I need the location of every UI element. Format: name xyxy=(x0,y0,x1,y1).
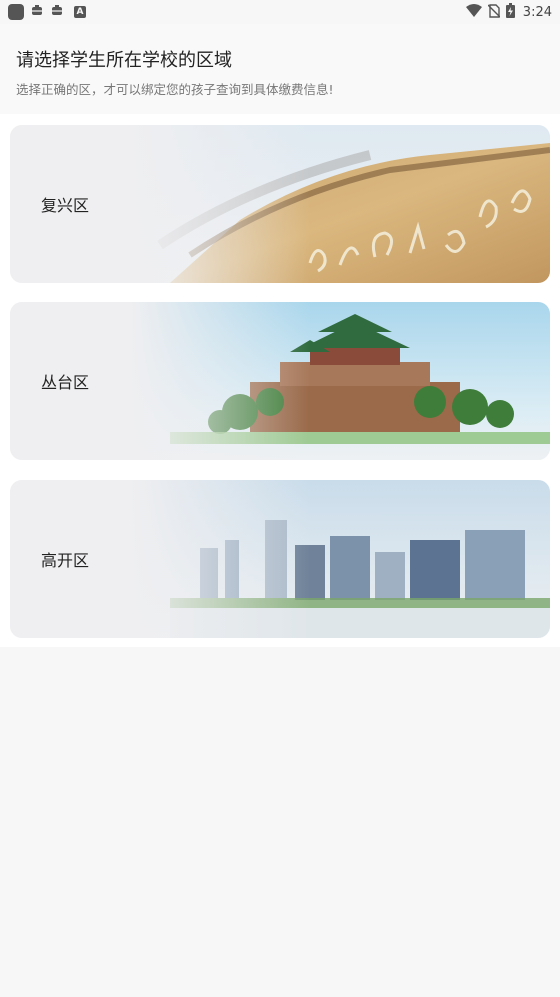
page-header: 请选择学生所在学校的区域 选择正确的区，才可以绑定您的孩子查询到具体缴费信息! xyxy=(0,24,560,114)
status-bar-left: A xyxy=(8,4,86,21)
empty-area xyxy=(0,647,560,997)
bug-icon xyxy=(30,4,44,21)
battery-charging-icon xyxy=(505,2,515,22)
a-badge-icon: A xyxy=(74,6,86,18)
region-label: 丛台区 xyxy=(41,373,90,392)
status-bar: A 3:24 xyxy=(0,0,560,24)
no-sim-icon xyxy=(487,3,501,22)
region-card-fuxing[interactable]: 复兴区 xyxy=(10,125,550,283)
status-time: 3:24 xyxy=(522,4,552,20)
region-card-gaokai[interactable]: 高开区 xyxy=(10,480,550,638)
region-label: 复兴区 xyxy=(41,196,90,215)
region-list: 复兴区 丛台区 高开区 xyxy=(0,114,560,647)
app-square-icon xyxy=(8,4,24,20)
region-card-congtai[interactable]: 丛台区 xyxy=(10,302,550,460)
wifi-icon xyxy=(465,3,482,22)
page-title: 请选择学生所在学校的区域 xyxy=(16,50,232,71)
page-subtitle: 选择正确的区，才可以绑定您的孩子查询到具体缴费信息! xyxy=(16,82,334,97)
region-label: 高开区 xyxy=(41,551,90,570)
bug-icon xyxy=(50,4,64,21)
status-bar-right: 3:24 xyxy=(465,2,552,22)
